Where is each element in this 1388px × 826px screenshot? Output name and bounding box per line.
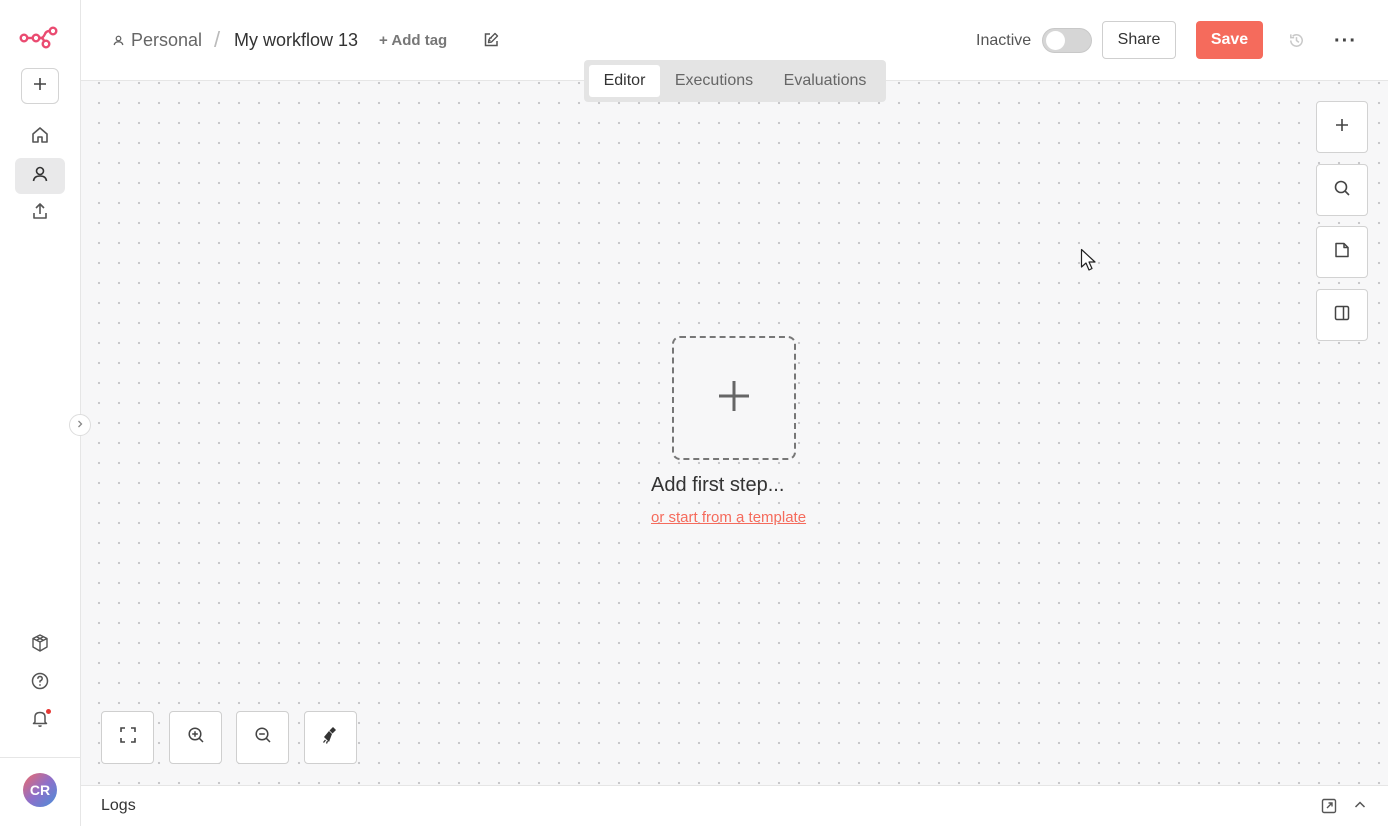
tab-editor[interactable]: Editor (589, 65, 660, 97)
plus-icon (32, 76, 48, 97)
toggle-knob (1046, 31, 1065, 50)
breadcrumb-separator: / (214, 27, 221, 52)
zoom-in-button[interactable] (169, 711, 222, 764)
tab-executions[interactable]: Executions (669, 65, 759, 97)
sidebar-divider (0, 757, 80, 758)
zoom-in-icon (187, 726, 205, 749)
add-first-step-label[interactable]: Add first step... (651, 474, 784, 497)
share-button[interactable]: Share (1102, 21, 1176, 59)
fit-view-button[interactable] (101, 711, 154, 764)
user-icon (30, 164, 50, 189)
sidebar: CR (0, 0, 91, 826)
breadcrumb-project[interactable]: Personal (112, 30, 202, 51)
sticky-note-icon (1333, 241, 1351, 264)
sidebar-item-notifications[interactable] (21, 702, 59, 738)
history-icon[interactable] (1287, 31, 1306, 55)
tidy-up-icon (321, 725, 341, 750)
zoom-out-button[interactable] (236, 711, 289, 764)
add-first-step-button[interactable] (672, 336, 796, 460)
start-from-template-link[interactable]: or start from a template (651, 509, 806, 526)
edit-description-icon[interactable] (482, 31, 500, 54)
search-icon (1333, 179, 1351, 202)
workflow-status-label: Inactive (976, 32, 1032, 49)
breadcrumb-project-label: Personal (131, 30, 203, 50)
sidebar-item-help[interactable] (21, 665, 59, 701)
more-options-icon[interactable]: ··· (1334, 30, 1357, 53)
popout-icon[interactable] (1321, 798, 1337, 819)
plus-icon (1333, 116, 1351, 139)
question-icon (30, 671, 50, 696)
sidebar-item-personal[interactable] (15, 158, 65, 194)
search-nodes-button[interactable] (1316, 164, 1368, 216)
chevron-right-icon (75, 416, 85, 434)
sidebar-collapse-toggle[interactable] (69, 414, 91, 436)
n8n-logo-icon[interactable] (19, 24, 59, 50)
add-button[interactable] (21, 68, 59, 104)
panel-icon (1333, 304, 1351, 327)
mouse-cursor-icon (1080, 248, 1098, 279)
add-tag-button[interactable]: + Add tag (379, 32, 447, 49)
notification-badge (46, 709, 51, 714)
view-tabs: Editor Executions Evaluations (584, 60, 886, 102)
cubes-icon (30, 633, 50, 658)
tidy-up-button[interactable] (304, 711, 357, 764)
sidebar-item-home[interactable] (21, 119, 59, 155)
toggle-panel-button[interactable] (1316, 289, 1368, 341)
home-icon (30, 125, 50, 150)
add-sticky-note-button[interactable] (1316, 226, 1368, 278)
sidebar-item-templates[interactable] (21, 627, 59, 663)
user-icon (113, 35, 124, 46)
save-button[interactable]: Save (1196, 21, 1263, 59)
open-nodes-panel-button[interactable] (1316, 101, 1368, 153)
active-toggle[interactable] (1042, 28, 1092, 53)
workflow-name[interactable]: My workflow 13 (234, 30, 358, 51)
sidebar-item-share[interactable] (21, 195, 59, 231)
fit-view-icon (119, 726, 137, 749)
logs-panel-bar[interactable]: Logs (81, 785, 1388, 826)
avatar[interactable]: CR (23, 773, 57, 807)
upload-icon (30, 201, 50, 226)
workflow-canvas[interactable]: Add first step... or start from a templa… (81, 81, 1388, 785)
chevron-up-icon[interactable] (1353, 798, 1367, 817)
plus-icon (716, 378, 752, 419)
tab-evaluations[interactable]: Evaluations (777, 65, 873, 97)
logs-label: Logs (101, 797, 136, 814)
zoom-out-icon (254, 726, 272, 749)
